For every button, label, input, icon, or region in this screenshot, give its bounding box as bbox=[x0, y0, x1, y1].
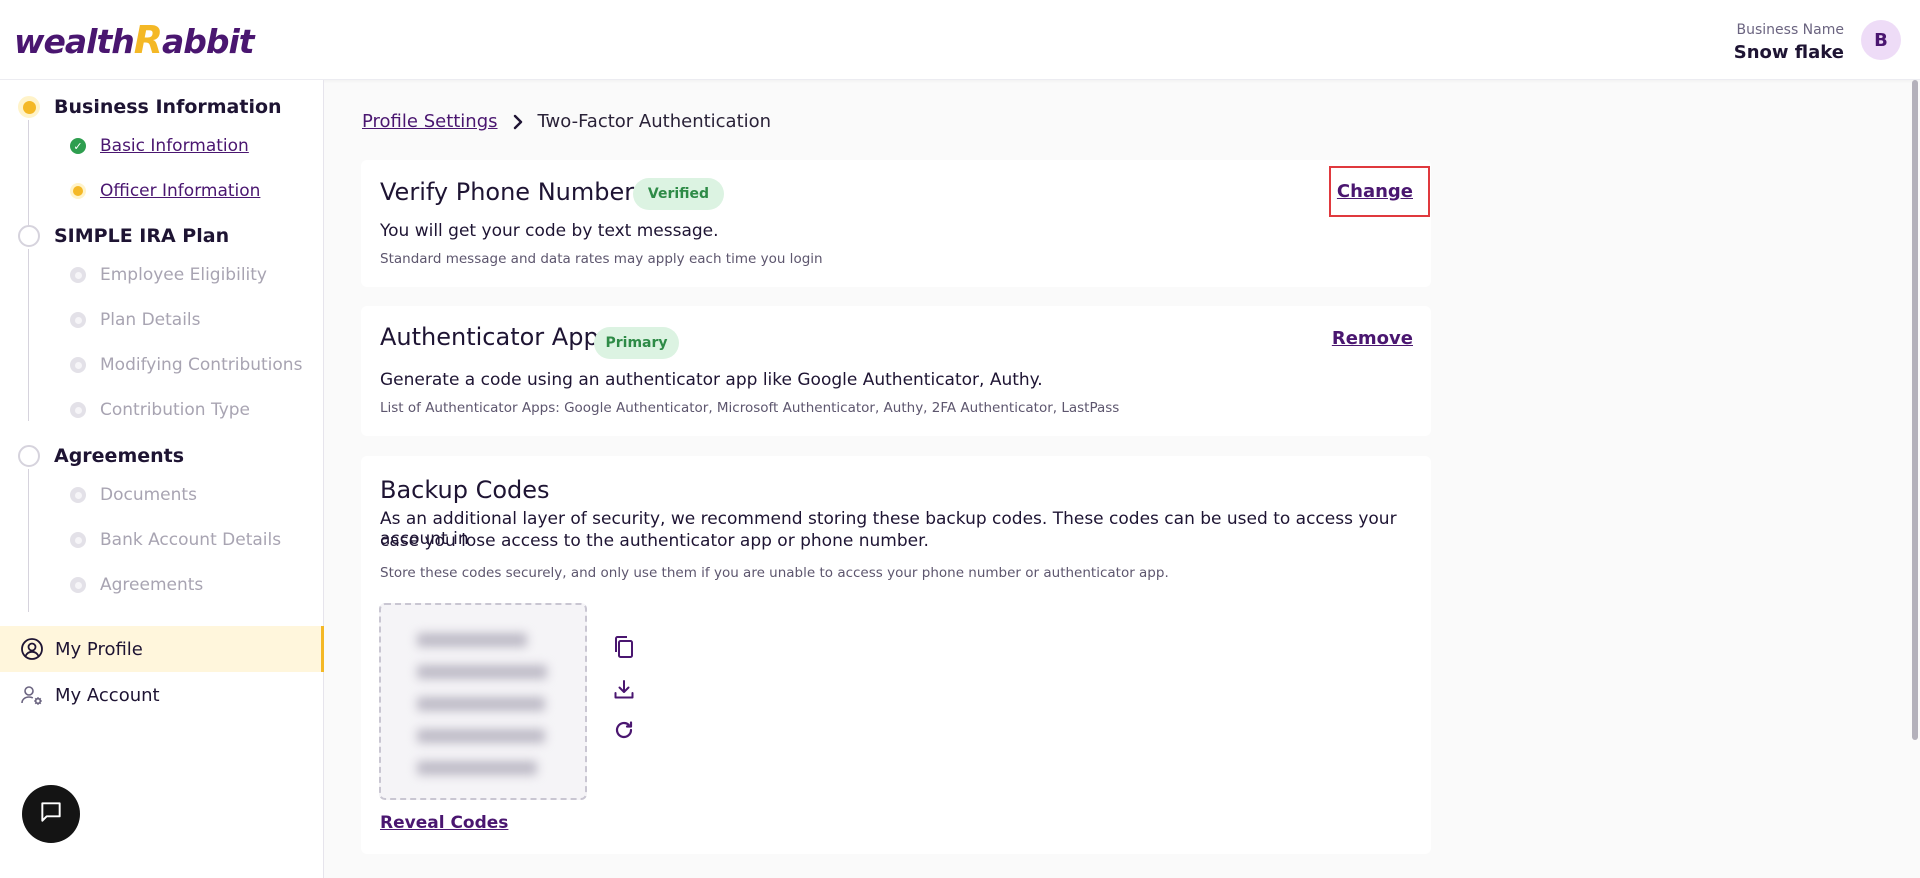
check-circle-icon bbox=[70, 138, 86, 154]
breadcrumb-profile-settings[interactable]: Profile Settings bbox=[362, 111, 498, 132]
step-pending-icon bbox=[70, 312, 86, 328]
sidebar-item-plan-details[interactable]: Plan Details bbox=[70, 310, 201, 330]
sidebar-item-officer-information[interactable]: Officer Information bbox=[70, 181, 260, 201]
top-header: wealthRabbit Business Name Snow flake B bbox=[0, 0, 1920, 80]
step-connector bbox=[28, 469, 29, 612]
business-name-label: Business Name bbox=[1736, 22, 1845, 38]
breadcrumb-current: Two-Factor Authentication bbox=[537, 111, 772, 132]
backup-codes-description-line-2: case you lose access to the authenticato… bbox=[380, 531, 929, 551]
copy-icon[interactable] bbox=[611, 634, 637, 660]
blurred-code bbox=[417, 729, 545, 743]
step-pending-icon bbox=[18, 445, 40, 467]
blurred-code bbox=[417, 665, 547, 679]
sidebar-item-modifying-contributions[interactable]: Modifying Contributions bbox=[70, 355, 302, 375]
backup-codes-title: Backup Codes bbox=[380, 476, 550, 504]
business-name-value: Snow flake bbox=[1733, 42, 1844, 63]
reveal-codes-link[interactable]: Reveal Codes bbox=[380, 813, 508, 833]
nav-my-profile[interactable]: My Profile bbox=[0, 626, 324, 672]
sidebar-item-documents[interactable]: Documents bbox=[70, 485, 197, 505]
sidebar-item-basic-information[interactable]: Basic Information bbox=[70, 136, 249, 156]
backup-codes-box bbox=[379, 603, 587, 800]
sidebar-item-bank-account-details[interactable]: Bank Account Details bbox=[70, 530, 281, 550]
sidebar-step-business-information[interactable]: Business Information bbox=[18, 96, 282, 118]
step-in-progress-icon bbox=[18, 96, 40, 118]
step-connector bbox=[28, 249, 29, 421]
blurred-code bbox=[417, 633, 527, 647]
avatar[interactable]: B bbox=[1861, 20, 1901, 60]
sidebar-step-simple-ira-plan[interactable]: SIMPLE IRA Plan bbox=[18, 225, 229, 247]
user-gear-icon bbox=[20, 683, 44, 707]
authenticator-app-description: Generate a code using an authenticator a… bbox=[380, 370, 1043, 390]
chat-button[interactable] bbox=[22, 785, 80, 843]
sidebar-item-contribution-type[interactable]: Contribution Type bbox=[70, 400, 250, 420]
sidebar-item-employee-eligibility[interactable]: Employee Eligibility bbox=[70, 265, 267, 285]
blurred-code bbox=[417, 761, 537, 775]
chat-bubble-icon bbox=[38, 799, 64, 829]
highlight-box bbox=[1329, 166, 1430, 217]
sidebar-item-agreements[interactable]: Agreements bbox=[70, 575, 203, 595]
step-pending-icon bbox=[70, 402, 86, 418]
authenticator-app-list: List of Authenticator Apps: Google Authe… bbox=[380, 400, 1120, 416]
remove-authenticator-link[interactable]: Remove bbox=[1332, 328, 1413, 349]
verify-phone-description: You will get your code by text message. bbox=[380, 221, 719, 241]
breadcrumb: Profile Settings Two-Factor Authenticati… bbox=[362, 111, 771, 132]
step-pending-icon bbox=[70, 357, 86, 373]
verify-phone-card: Verify Phone Number Verified Change You … bbox=[361, 160, 1431, 287]
blurred-code bbox=[417, 697, 545, 711]
step-in-progress-icon bbox=[70, 183, 86, 199]
step-pending-icon bbox=[18, 225, 40, 247]
verify-phone-note: Standard message and data rates may appl… bbox=[380, 251, 823, 267]
primary-badge: Primary bbox=[594, 327, 679, 359]
step-pending-icon bbox=[70, 267, 86, 283]
nav-my-account[interactable]: My Account bbox=[0, 672, 324, 718]
authenticator-app-title: Authenticator App bbox=[380, 323, 599, 351]
verify-phone-title: Verify Phone Number bbox=[380, 178, 635, 206]
refresh-icon[interactable] bbox=[611, 717, 637, 743]
backup-codes-note: Store these codes securely, and only use… bbox=[380, 565, 1169, 581]
step-pending-icon bbox=[70, 487, 86, 503]
sidebar-step-agreements[interactable]: Agreements bbox=[18, 445, 184, 467]
download-icon[interactable] bbox=[611, 677, 637, 703]
page-scrollbar[interactable] bbox=[1912, 80, 1918, 740]
authenticator-app-card: Authenticator App Primary Remove Generat… bbox=[361, 306, 1431, 436]
sidebar: Business Information Basic Information O… bbox=[0, 80, 324, 878]
step-pending-icon bbox=[70, 532, 86, 548]
step-pending-icon bbox=[70, 577, 86, 593]
wealthrabbit-logo[interactable]: wealthRabbit bbox=[14, 18, 255, 62]
step-connector bbox=[28, 120, 29, 233]
business-name-block: Business Name Snow flake bbox=[1734, 22, 1844, 63]
user-circle-icon bbox=[20, 637, 44, 661]
chevron-right-icon bbox=[512, 114, 524, 130]
verified-badge: Verified bbox=[633, 178, 724, 210]
